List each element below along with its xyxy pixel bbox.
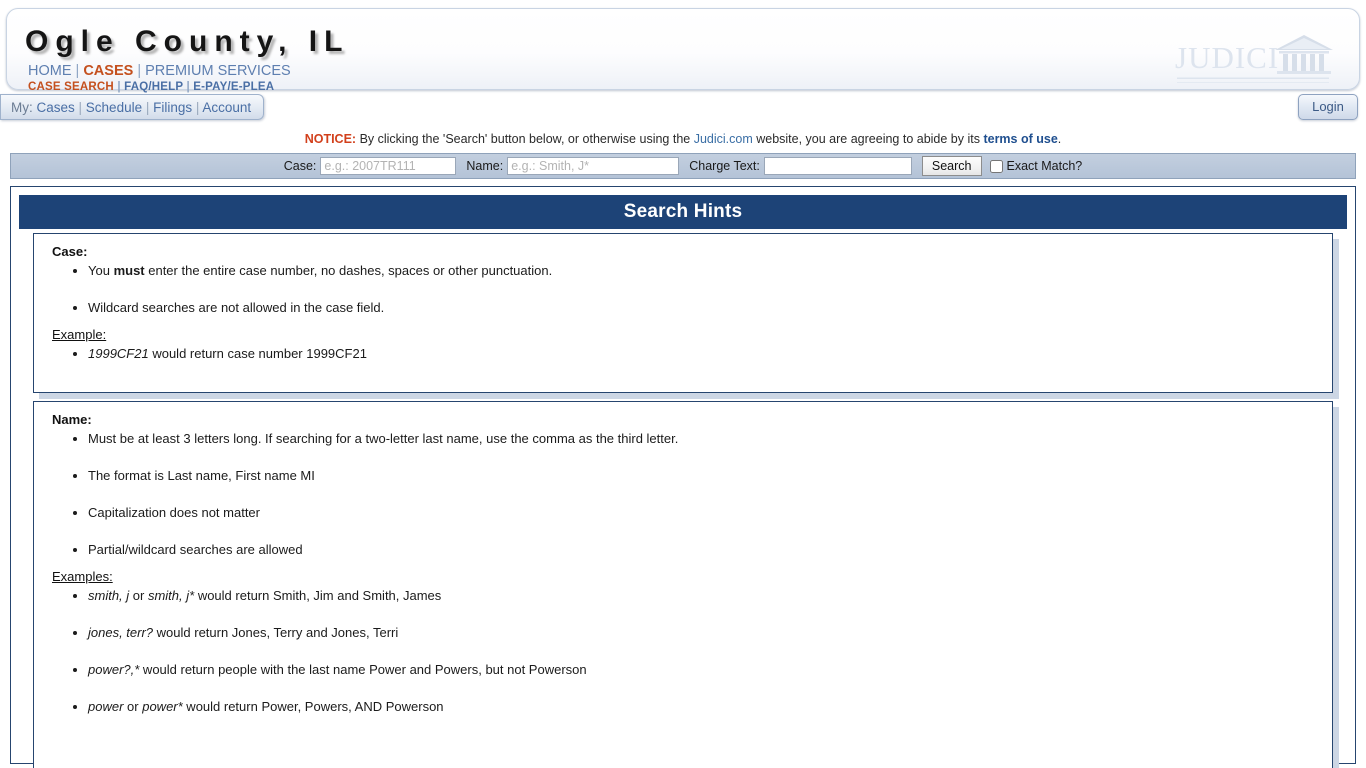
content-frame: Search Hints Case: You must enter the en…: [10, 186, 1356, 768]
tab-separator: |: [142, 100, 154, 115]
hint-text: Capitalization does not matter: [88, 505, 260, 520]
hint-text: Must be at least 3 letters long. If sear…: [88, 431, 679, 446]
hint-bullet: Partial/wildcard searches are allowed: [88, 542, 1322, 557]
judici-underline-2: [1177, 82, 1329, 83]
search-bar: Case: Name: Charge Text: Search Exact Ma…: [10, 153, 1356, 179]
my-tab-cases[interactable]: Cases: [37, 100, 75, 115]
hint-text: power: [88, 699, 124, 714]
case-label: Case:: [283, 159, 317, 173]
name-label: Name:: [466, 159, 504, 173]
hint-text: would return case number 1999CF21: [148, 346, 367, 361]
hint-text: You: [88, 263, 114, 278]
name-field-group: Name:: [466, 157, 680, 175]
charge-text-label: Charge Text:: [689, 159, 760, 173]
hint-text: 1999CF21: [88, 346, 149, 361]
judici-underline: [1177, 77, 1329, 79]
nav-item-home[interactable]: HOME: [28, 63, 72, 79]
notice-text-before: By clicking the 'Search' button below, o…: [356, 132, 694, 146]
hint-text: The format is Last name, First name MI: [88, 468, 315, 483]
exact-match-label: Exact Match?: [1006, 159, 1083, 173]
hint-text: would return Smith, Jim and Smith, James: [194, 588, 442, 603]
hint-bullet: smith, j or smith, j* would return Smith…: [88, 588, 1322, 603]
page-root: Ogle County, IL HOME | CASES | PREMIUM S…: [0, 0, 1366, 768]
login-button[interactable]: Login: [1298, 94, 1358, 120]
hint-text: power?,*: [88, 662, 140, 677]
name-hints-box: Name: Must be at least 3 letters long. I…: [33, 401, 1333, 768]
hint-bullet: Wildcard searches are not allowed in the…: [88, 300, 1322, 315]
name-hints-heading: Name:: [52, 412, 92, 427]
name-hints-list: Must be at least 3 letters long. If sear…: [44, 431, 1322, 557]
judici-wordmark: JUDICI: [1175, 40, 1280, 75]
nav-item-epay-eplea[interactable]: E-PAY/E-PLEA: [193, 81, 274, 93]
secondary-nav: CASE SEARCH | FAQ/HELP | E-PAY/E-PLEA: [28, 81, 274, 93]
nav-separator: |: [133, 63, 146, 79]
nav-item-case-search[interactable]: CASE SEARCH: [28, 81, 114, 93]
header-panel: Ogle County, IL HOME | CASES | PREMIUM S…: [6, 8, 1360, 93]
my-tab-schedule[interactable]: Schedule: [86, 100, 142, 115]
notice-label: NOTICE:: [304, 132, 357, 146]
case-example-heading: Example:: [52, 327, 107, 342]
my-tab-account[interactable]: Account: [202, 100, 251, 115]
case-hints-list: You must enter the entire case number, n…: [44, 263, 1322, 315]
my-tab-filings[interactable]: Filings: [153, 100, 192, 115]
search-button[interactable]: Search: [921, 156, 982, 176]
hint-text: or: [129, 588, 148, 603]
name-example-heading: Examples:: [52, 569, 113, 584]
primary-nav: HOME | CASES | PREMIUM SERVICES: [28, 63, 291, 79]
hint-text: would return Power, Powers, AND Powerson: [182, 699, 444, 714]
nav-separator: |: [183, 81, 194, 93]
hint-bullet: jones, terr? would return Jones, Terry a…: [88, 625, 1322, 640]
name-example-list: smith, j or smith, j* would return Smith…: [44, 588, 1322, 714]
hint-text: power*: [142, 699, 183, 714]
charge-text-input[interactable]: [763, 157, 912, 175]
name-search-input[interactable]: [507, 157, 680, 175]
hint-bullet: The format is Last name, First name MI: [88, 468, 1322, 483]
tab-separator: |: [74, 100, 86, 115]
nav-separator: |: [71, 63, 84, 79]
notice-text-after: .: [1057, 132, 1062, 146]
case-hints-heading: Case:: [52, 244, 88, 259]
hint-bullet: power?,* would return people with the la…: [88, 662, 1322, 677]
hint-text: jones, terr?: [88, 625, 154, 640]
my-prefix-label: My:: [11, 100, 33, 115]
case-search-input[interactable]: [320, 157, 457, 175]
nav-separator: |: [113, 81, 125, 93]
exact-match-group: Exact Match?: [989, 159, 1083, 173]
exact-match-checkbox[interactable]: [989, 159, 1003, 173]
tab-separator: |: [192, 100, 203, 115]
notice-text-middle: website, you are agreeing to abide by it…: [752, 132, 984, 146]
case-field-group: Case:: [284, 157, 457, 175]
hint-text: would return people with the last name P…: [139, 662, 587, 677]
judici-link[interactable]: Judici.com: [694, 132, 753, 146]
hint-text: smith, j: [88, 588, 130, 603]
hint-bullet: Must be at least 3 letters long. If sear…: [88, 431, 1322, 446]
case-hints-box: Case: You must enter the entire case num…: [33, 233, 1333, 393]
judici-logo[interactable]: JUDICI: [1175, 31, 1335, 87]
nav-item-premium-services[interactable]: PREMIUM SERVICES: [145, 63, 291, 79]
case-example-list: 1999CF21 would return case number 1999CF…: [44, 346, 1322, 361]
hint-bullet: You must enter the entire case number, n…: [88, 263, 1322, 278]
hint-bullet: Capitalization does not matter: [88, 505, 1322, 520]
my-tab-bar: My: Cases | Schedule | Filings | Account: [0, 94, 265, 120]
terms-of-use-link[interactable]: terms of use: [983, 132, 1057, 146]
hint-text: Partial/wildcard searches are allowed: [88, 542, 303, 557]
hint-bullet: power or power* would return Power, Powe…: [88, 699, 1322, 714]
hint-bullet: 1999CF21 would return case number 1999CF…: [88, 346, 1322, 361]
hint-text: smith, j*: [147, 588, 195, 603]
hint-text: or: [123, 699, 143, 714]
search-hints-header: Search Hints: [19, 195, 1347, 229]
charge-field-group: Charge Text:: [689, 157, 912, 175]
page-title: Ogle County, IL: [25, 25, 350, 58]
notice-bar: NOTICE: By clicking the 'Search' button …: [0, 132, 1366, 146]
courthouse-icon: [1275, 35, 1333, 74]
hint-text: enter the entire case number, no dashes,…: [144, 263, 553, 278]
hint-text: would return Jones, Terry and Jones, Ter…: [153, 625, 399, 640]
hint-text: Wildcard searches are not allowed in the…: [88, 300, 385, 315]
hint-text: must: [113, 263, 145, 278]
nav-item-cases[interactable]: CASES: [83, 63, 133, 79]
nav-item-faq-help[interactable]: FAQ/HELP: [124, 81, 183, 93]
